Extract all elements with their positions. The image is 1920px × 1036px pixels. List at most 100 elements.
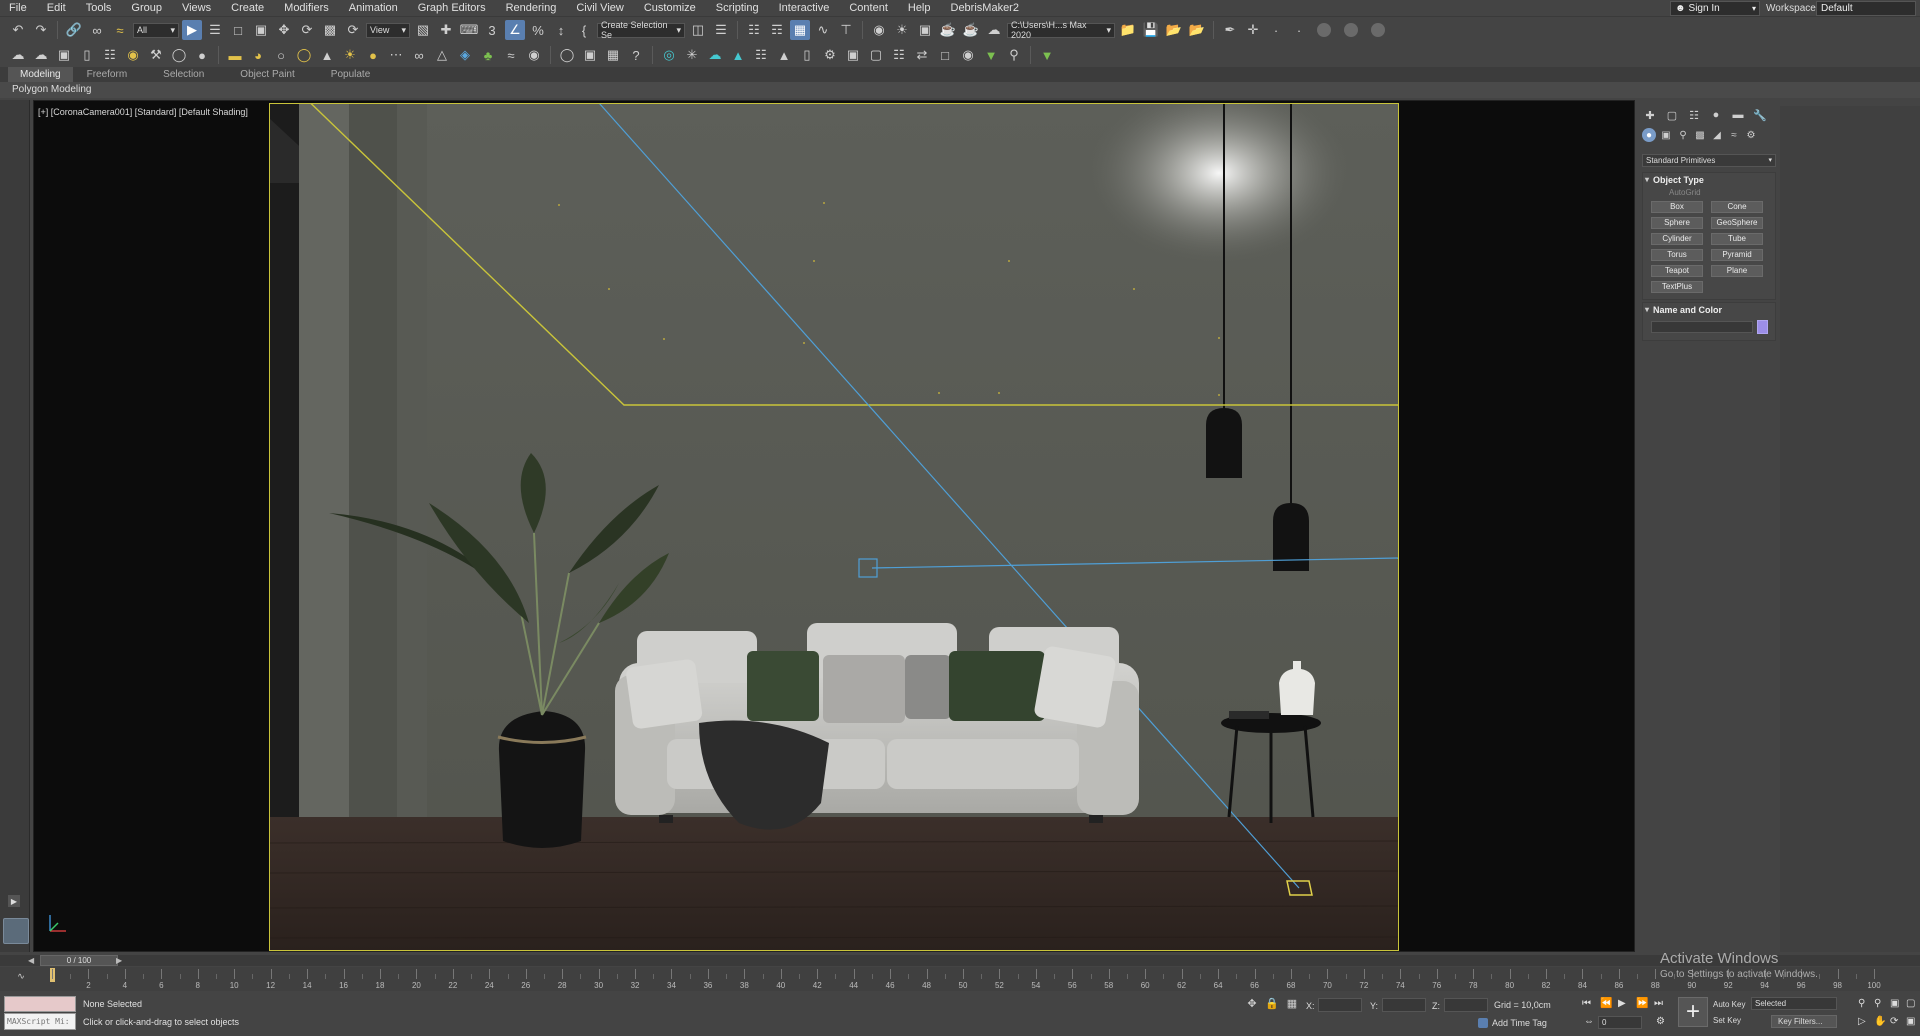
picture-icon[interactable]: ▣: [54, 45, 74, 65]
plane-cloud-icon[interactable]: ☁: [705, 45, 725, 65]
auto-key-button[interactable]: Auto Key: [1713, 1000, 1745, 1009]
menu-item-rendering[interactable]: Rendering: [496, 0, 567, 17]
polygon-modeling-label[interactable]: Polygon Modeling: [12, 84, 92, 95]
menu-item-customize[interactable]: Customize: [634, 0, 706, 17]
rectangle-icon[interactable]: ▬: [225, 45, 245, 65]
material-swatch-icon[interactable]: ●: [192, 45, 212, 65]
zoom-extents-icon[interactable]: ▣: [1890, 998, 1899, 1009]
color-swatches-icon[interactable]: ▦: [603, 45, 623, 65]
named-selection-set-dropdown[interactable]: Create Selection Se ▾: [597, 20, 685, 40]
unlink-icon[interactable]: ∞: [87, 20, 107, 40]
render-production-icon[interactable]: ☕: [938, 20, 958, 40]
primitive-torus-button[interactable]: Torus: [1651, 249, 1703, 261]
render-region-icon[interactable]: ▣: [580, 45, 600, 65]
menu-item-modifiers[interactable]: Modifiers: [274, 0, 339, 17]
curve-editor-icon[interactable]: ∿: [813, 20, 833, 40]
field-of-view-icon[interactable]: ▷: [1858, 1016, 1866, 1027]
utilities-tab-icon[interactable]: 🔧: [1752, 108, 1768, 122]
render-setup-icon[interactable]: ☀: [892, 20, 912, 40]
material-editor-icon[interactable]: ◉: [869, 20, 889, 40]
placement-icon[interactable]: ⟳: [343, 20, 363, 40]
lightbulb-icon[interactable]: ◉: [123, 45, 143, 65]
add-time-tag-button[interactable]: Add Time Tag: [1478, 1018, 1547, 1028]
sign-in-button[interactable]: ☻ Sign In ▾: [1670, 1, 1760, 16]
star-light-icon[interactable]: ✳: [682, 45, 702, 65]
autogrid-checkbox[interactable]: AutoGrid: [1643, 187, 1775, 199]
scatter-icon[interactable]: ⋯: [386, 45, 406, 65]
cone-icon[interactable]: ▲: [317, 45, 337, 65]
render-iterative-icon[interactable]: ☕: [961, 20, 981, 40]
render-in-cloud-icon[interactable]: ☁: [984, 20, 1004, 40]
percent-snap-icon[interactable]: %: [528, 20, 548, 40]
primitive-geosphere-button[interactable]: GeoSphere: [1711, 217, 1763, 229]
shapes-icon[interactable]: ▣: [1659, 128, 1673, 142]
menu-item-graph-editors[interactable]: Graph Editors: [408, 0, 496, 17]
y-coordinate-input[interactable]: [1382, 998, 1426, 1012]
time-slider-thumb[interactable]: 0 / 100: [40, 955, 118, 966]
next-frame-icon[interactable]: ▶: [116, 956, 122, 965]
folder-up-icon[interactable]: 📂: [1164, 20, 1184, 40]
ribbon-tab-populate[interactable]: Populate: [331, 67, 392, 82]
circle-icon[interactable]: [1344, 23, 1358, 37]
menu-item-scripting[interactable]: Scripting: [706, 0, 769, 17]
create-tab-icon[interactable]: ✚: [1642, 108, 1658, 122]
crosshair-icon[interactable]: ✛: [1243, 20, 1263, 40]
frame-icon[interactable]: ▢: [866, 45, 886, 65]
snaps-toggle-icon[interactable]: 3: [482, 20, 502, 40]
maxscript-listener-output[interactable]: [4, 996, 76, 1012]
lights-icon[interactable]: ⚲: [1676, 128, 1690, 142]
light-probe-icon[interactable]: ◎: [659, 45, 679, 65]
schematic-view-icon[interactable]: ⊤: [836, 20, 856, 40]
pan-icon[interactable]: ✋: [1874, 1016, 1886, 1027]
scale-icon[interactable]: ▩: [320, 20, 340, 40]
menu-item-group[interactable]: Group: [121, 0, 172, 17]
maximize-toggle-icon[interactable]: ▢: [1906, 998, 1915, 1009]
small-dot-icon[interactable]: ·: [1289, 20, 1309, 40]
mirror-icon[interactable]: ◫: [688, 20, 708, 40]
key-selection-set-dropdown[interactable]: Selected: [1751, 997, 1837, 1010]
table-icon[interactable]: ☷: [100, 45, 120, 65]
project-folder-dropdown[interactable]: C:\Users\H...s Max 2020 ▾: [1007, 20, 1115, 40]
primitive-sphere-button[interactable]: Sphere: [1651, 217, 1703, 229]
set-key-button[interactable]: +: [1678, 997, 1708, 1027]
circle-icon[interactable]: [1371, 23, 1385, 37]
triangle-icon[interactable]: ▲: [774, 45, 794, 65]
mini-curve-editor-icon[interactable]: ∿: [14, 969, 28, 983]
primitive-category-dropdown[interactable]: Standard Primitives ▾: [1642, 154, 1776, 167]
toggle-ribbon-icon[interactable]: ▦: [790, 20, 810, 40]
circle-icon[interactable]: [1317, 23, 1331, 37]
helpers-icon[interactable]: ◢: [1710, 128, 1724, 142]
select-object-icon[interactable]: ▶: [182, 20, 202, 40]
chimney-icon[interactable]: ▯: [797, 45, 817, 65]
angle-snap-icon[interactable]: ∠: [505, 20, 525, 40]
hierarchy-tab-icon[interactable]: ☷: [1686, 108, 1702, 122]
sphere-light-icon[interactable]: ○: [271, 45, 291, 65]
orbit-icon[interactable]: ⟳: [1890, 1016, 1898, 1027]
time-slider[interactable]: 0 / 100 ◀ ▶: [0, 955, 1920, 966]
go-to-end-icon[interactable]: ⏭: [1654, 998, 1663, 1009]
display-tab-icon[interactable]: ▬: [1730, 108, 1746, 122]
motion-tab-icon[interactable]: ●: [1708, 108, 1724, 122]
geometry-icon[interactable]: ●: [1642, 128, 1656, 142]
isolate-selection-icon[interactable]: ✥: [1244, 995, 1260, 1011]
trees-icon[interactable]: ▲: [728, 45, 748, 65]
systems-icon[interactable]: ⚙: [1744, 128, 1758, 142]
menu-item-debrismaker2[interactable]: DebrisMaker2: [941, 0, 1029, 17]
spacewarps-icon[interactable]: ≈: [1727, 128, 1741, 142]
selection-filter-dropdown[interactable]: All ▾: [133, 22, 179, 38]
bind-spacewarp-icon[interactable]: ≈: [110, 20, 130, 40]
primitive-teapot-button[interactable]: Teapot: [1651, 265, 1703, 277]
flip-icon[interactable]: ⇄: [912, 45, 932, 65]
ribbon-tab-object-paint[interactable]: Object Paint: [240, 67, 316, 82]
rectangular-selection-icon[interactable]: □: [228, 20, 248, 40]
globe-icon[interactable]: ◈: [455, 45, 475, 65]
eye-icon[interactable]: ◉: [958, 45, 978, 65]
redo-icon[interactable]: ↷: [31, 20, 51, 40]
selection-lock-icon[interactable]: 🔒: [1264, 995, 1280, 1011]
primitive-tube-button[interactable]: Tube: [1711, 233, 1763, 245]
menu-item-content[interactable]: Content: [839, 0, 898, 17]
select-by-name-icon[interactable]: ☰: [205, 20, 225, 40]
double-chevron-down-icon[interactable]: ▼: [1037, 45, 1057, 65]
ribbon-tab-freeform[interactable]: Freeform: [87, 67, 150, 82]
spinner-snap-icon[interactable]: ↕: [551, 20, 571, 40]
